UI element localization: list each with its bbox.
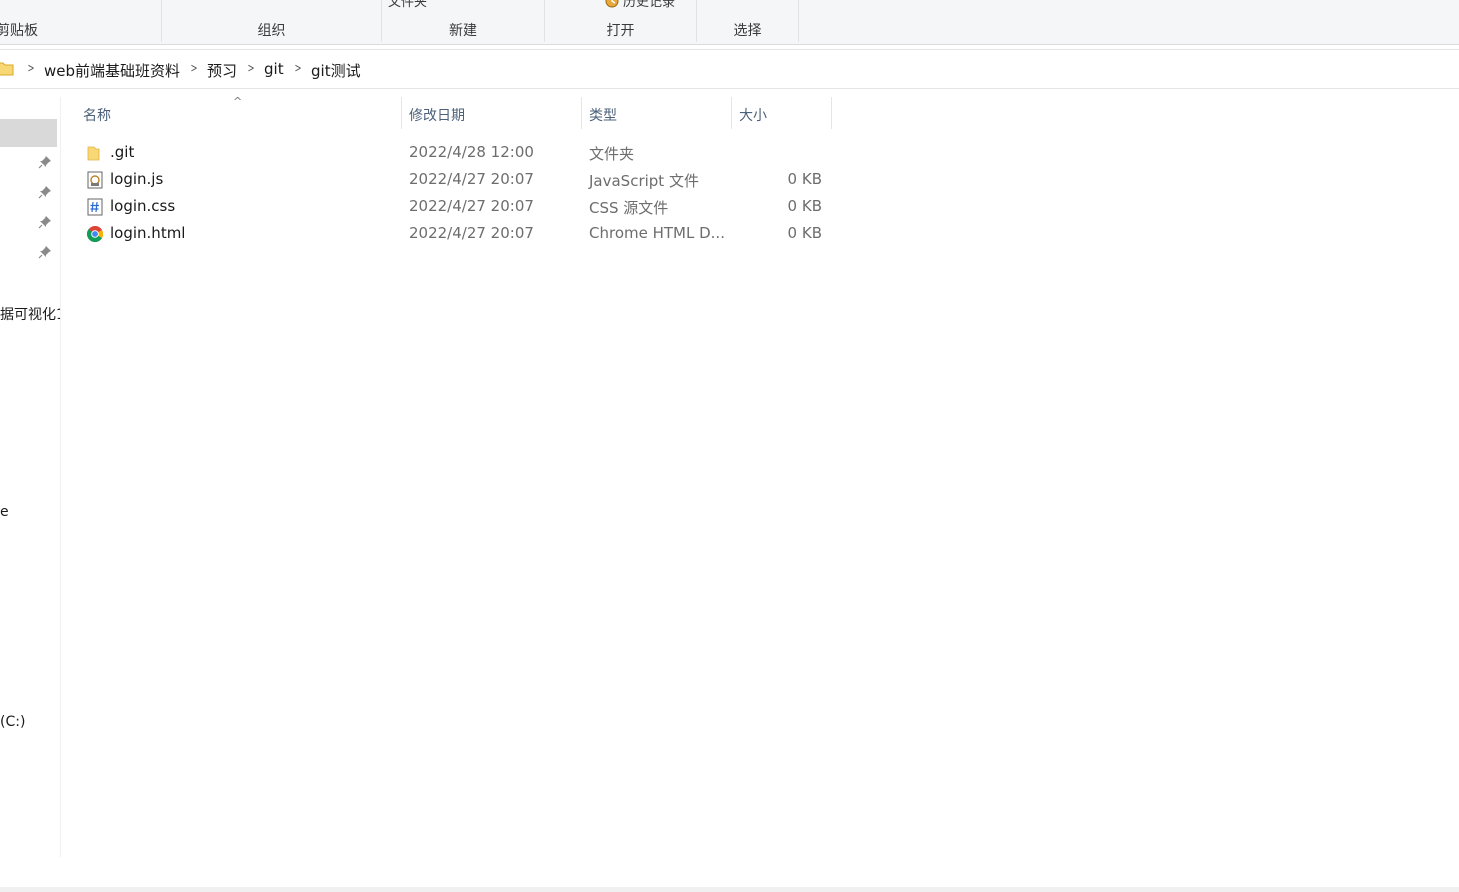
sidebar-selected-item[interactable]: [0, 119, 57, 147]
breadcrumb-preview[interactable]: 预习: [207, 60, 237, 81]
pin-icon[interactable]: [38, 185, 52, 199]
file-date: 2022/4/28 12:00: [409, 143, 534, 161]
ribbon: 剪贴板 组织 文件夹 新建 历史记录 打开 选择: [0, 0, 1459, 45]
pin-icon[interactable]: [38, 215, 52, 229]
column-header-name[interactable]: 名称: [83, 105, 111, 125]
table-row[interactable]: .git 2022/4/28 12:00 文件夹: [81, 139, 841, 166]
folder-icon: [87, 146, 100, 161]
ribbon-group-organize[interactable]: 组织: [162, 0, 381, 44]
table-row[interactable]: login.js 2022/4/27 20:07 JavaScript 文件 0…: [81, 166, 841, 193]
file-size: 0 KB: [787, 224, 822, 242]
file-name[interactable]: login.html: [110, 224, 185, 242]
ribbon-group-new[interactable]: 文件夹 新建: [382, 0, 544, 44]
navigation-pane: 据可视化1 e (C:): [0, 97, 61, 857]
sidebar-item-data-visualization[interactable]: 据可视化1: [0, 304, 60, 324]
file-type: 文件夹: [589, 145, 635, 163]
address-bar[interactable]: > web前端基础班资料 > 预习 > git > git测试: [0, 49, 1459, 89]
file-list: ^ 名称 修改日期 类型 大小 .git 2022/4/28 12:00 文件夹…: [61, 95, 1459, 887]
ribbon-separator: [798, 0, 799, 42]
column-header-type[interactable]: 类型: [589, 105, 617, 125]
new-folder-label[interactable]: 文件夹: [388, 0, 427, 10]
sort-ascending-icon: ^: [233, 95, 243, 108]
file-type: Chrome HTML D...: [589, 224, 725, 242]
column-separator[interactable]: [401, 97, 402, 129]
ribbon-group-label: 剪贴板: [0, 23, 38, 39]
file-type: CSS 源文件: [589, 199, 669, 217]
breadcrumb-git[interactable]: git: [264, 60, 284, 78]
chevron-right-icon[interactable]: >: [248, 61, 255, 75]
chevron-right-icon[interactable]: >: [295, 61, 302, 75]
column-header-size[interactable]: 大小: [739, 105, 767, 125]
js-file-icon: [87, 171, 103, 189]
horizontal-scrollbar[interactable]: [0, 887, 1459, 892]
chrome-icon: [86, 226, 103, 242]
pin-icon[interactable]: [38, 155, 52, 169]
history-label[interactable]: 历史记录: [623, 0, 675, 10]
file-type: JavaScript 文件: [589, 172, 699, 190]
ribbon-group-label: 打开: [606, 23, 635, 39]
file-date: 2022/4/27 20:07: [409, 197, 534, 215]
column-header-date[interactable]: 修改日期: [409, 105, 465, 125]
ribbon-group-open[interactable]: 历史记录 打开: [545, 0, 696, 44]
ribbon-group-label: 组织: [257, 23, 286, 39]
table-row[interactable]: login.html 2022/4/27 20:07 Chrome HTML D…: [81, 220, 841, 247]
sidebar-item-drive-c[interactable]: (C:): [0, 714, 25, 730]
table-row[interactable]: login.css 2022/4/27 20:07 CSS 源文件 0 KB: [81, 193, 841, 220]
column-separator[interactable]: [581, 97, 582, 129]
column-separator[interactable]: [831, 97, 832, 129]
ribbon-group-clipboard[interactable]: 剪贴板: [0, 0, 54, 44]
history-icon: [605, 0, 619, 8]
folder-icon: [0, 62, 14, 76]
ribbon-group-label: 选择: [733, 23, 762, 39]
file-name[interactable]: login.css: [110, 197, 175, 215]
file-size: 0 KB: [787, 170, 822, 188]
file-name[interactable]: login.js: [110, 170, 163, 188]
chevron-right-icon[interactable]: >: [28, 61, 35, 75]
file-name[interactable]: .git: [110, 143, 134, 161]
breadcrumb-git-test[interactable]: git测试: [311, 60, 361, 81]
ribbon-group-select[interactable]: 选择: [697, 0, 798, 44]
file-size: 0 KB: [787, 197, 822, 215]
file-date: 2022/4/27 20:07: [409, 170, 534, 188]
css-file-icon: [87, 198, 103, 216]
sidebar-item-e[interactable]: e: [0, 504, 9, 520]
pin-icon[interactable]: [38, 245, 52, 259]
breadcrumb-web-basics[interactable]: web前端基础班资料: [44, 60, 180, 81]
ribbon-group-label: 新建: [449, 23, 477, 39]
column-separator[interactable]: [731, 97, 732, 129]
chevron-right-icon[interactable]: >: [191, 61, 198, 75]
file-date: 2022/4/27 20:07: [409, 224, 534, 242]
